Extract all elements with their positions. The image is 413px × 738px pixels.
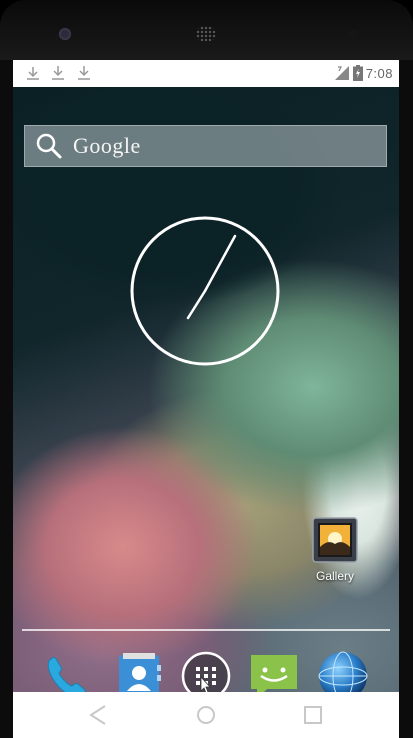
back-icon[interactable]: [86, 703, 110, 727]
download-done-icon: [27, 67, 39, 80]
home-icon[interactable]: [194, 703, 218, 727]
status-indicators: 7:08: [334, 64, 393, 82]
analog-clock-widget[interactable]: [129, 215, 281, 367]
navigation-bar: [13, 692, 399, 738]
search-icon: [36, 133, 62, 159]
home-wallpaper: Google Gallery: [13, 87, 399, 701]
signal-icon: [334, 66, 349, 80]
phone-bezel-top: [0, 0, 413, 60]
recents-icon[interactable]: [301, 703, 325, 727]
gallery-app-shortcut[interactable]: Gallery: [307, 517, 363, 583]
google-search-bar[interactable]: Google: [24, 125, 387, 167]
status-time: 7:08: [365, 65, 393, 81]
battery-icon: [352, 65, 363, 81]
search-label: Google: [73, 133, 141, 158]
gallery-label: Gallery: [315, 569, 354, 583]
clock-minute-hand: [203, 234, 237, 293]
phone-bezel-left: [0, 60, 13, 738]
download-icon: [78, 66, 90, 80]
clock-hour-hand: [186, 289, 207, 320]
dock-divider: [22, 629, 390, 631]
download-icon: [52, 66, 64, 80]
gallery-icon: [312, 517, 358, 563]
phone-screen: 7:08 Google Gallery: [13, 60, 399, 738]
front-camera: [59, 28, 71, 40]
proximity-sensor: [349, 30, 359, 36]
status-bar[interactable]: 7:08: [13, 60, 399, 88]
phone-bezel-right: [399, 60, 413, 738]
earpiece-speaker: [196, 26, 216, 42]
